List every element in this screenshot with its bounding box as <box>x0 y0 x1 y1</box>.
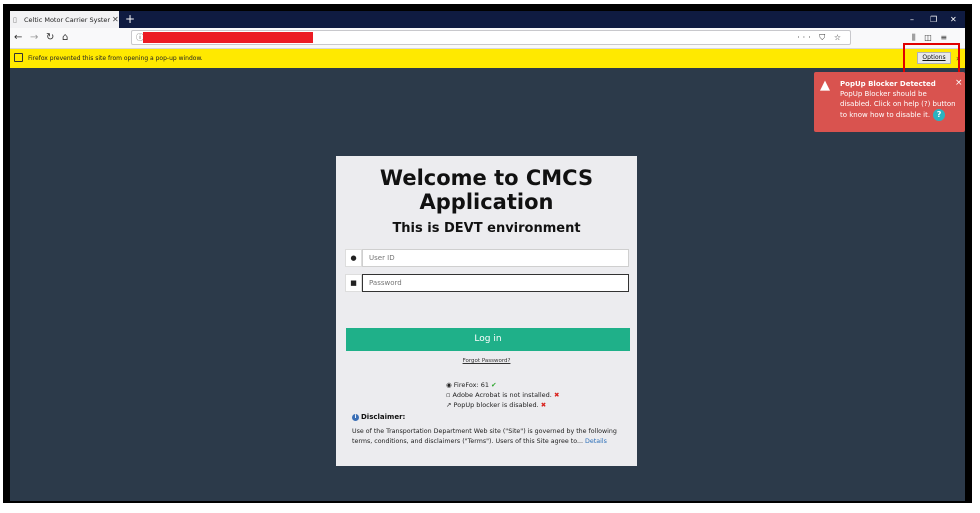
user-icon: ● <box>345 249 362 267</box>
page-actions[interactable]: ··· ⛉ ☆ <box>797 31 844 44</box>
check-fail-icon: ✖ <box>540 401 547 409</box>
help-button[interactable]: ? <box>933 109 946 121</box>
new-tab-button[interactable]: + <box>125 11 135 28</box>
browser-window: ▯ Celtic Motor Carrier System - L ✕ + – … <box>10 11 965 501</box>
tab-title: Celtic Motor Carrier System - L <box>24 15 110 24</box>
toast-title: PopUp Blocker Detected <box>840 80 936 88</box>
check-fail-icon: ✖ <box>553 391 560 399</box>
toast-body: PopUp Blocker should be disabled. Click … <box>840 89 956 121</box>
minimize-button[interactable]: – <box>910 11 914 28</box>
check-popup-text: PopUp blocker is disabled. <box>453 401 539 409</box>
forgot-password-link[interactable]: Forgot Password? <box>336 358 637 364</box>
lock-icon: ■ <box>345 274 362 292</box>
globe-icon: ◉ <box>446 381 452 389</box>
popup-blocker-toast: ▲ PopUp Blocker Detected PopUp Blocker s… <box>814 72 965 132</box>
disclaimer-body: Use of the Transportation Department Web… <box>352 427 628 447</box>
warning-icon: ▲ <box>820 78 830 93</box>
check-ok-icon: ✔ <box>491 381 497 389</box>
external-link-icon: ↗ <box>446 401 452 409</box>
back-icon[interactable]: ← <box>14 31 22 45</box>
redacted-url <box>143 32 313 43</box>
check-firefox-text: FireFox: 61 <box>453 381 490 389</box>
environment-label: This is DEVT environment <box>392 221 581 236</box>
disclaimer-text: Use of the Transportation Department Web… <box>352 428 617 445</box>
file-icon: ▫ <box>446 391 451 399</box>
disclaimer-heading-text: Disclaimer: <box>361 413 406 421</box>
check-acrobat: ▫ Adobe Acrobat is not installed. ✖ <box>446 390 559 400</box>
toast-close-icon[interactable]: × <box>955 78 963 88</box>
popup-blocked-notification: Firefox prevented this site from opening… <box>10 49 965 68</box>
tab-active[interactable]: ▯ Celtic Motor Carrier System - L ✕ <box>10 11 119 28</box>
forward-icon[interactable]: → <box>30 31 38 45</box>
disclaimer-heading: i Disclaimer: <box>352 413 405 421</box>
notification-message: Firefox prevented this site from opening… <box>28 55 203 62</box>
check-popup: ↗ PopUp blocker is disabled. ✖ <box>446 400 559 410</box>
password-field: ■ <box>345 274 629 292</box>
url-bar[interactable]: ⓘ ··· ⛉ ☆ <box>131 30 851 45</box>
screenshot-frame: ▯ Celtic Motor Carrier System - L ✕ + – … <box>3 4 972 503</box>
close-window-button[interactable]: ✕ <box>950 11 957 28</box>
home-icon[interactable]: ⌂ <box>62 31 68 45</box>
login-button[interactable]: Log in <box>346 328 630 351</box>
navigation-toolbar: ← → ↻ ⌂ ⓘ ··· ⛉ ☆ ⫼ ◫ ≡ <box>10 28 965 49</box>
tab-bar: ▯ Celtic Motor Carrier System - L ✕ + – … <box>10 11 965 28</box>
reload-icon[interactable]: ↻ <box>46 31 54 45</box>
password-input[interactable] <box>362 274 629 292</box>
restore-button[interactable]: ❐ <box>930 11 937 28</box>
details-link[interactable]: Details <box>585 438 607 445</box>
info-icon: i <box>352 413 359 421</box>
page-title: Welcome to CMCS Application <box>379 166 594 214</box>
login-card: Welcome to CMCS Application This is DEVT… <box>336 156 637 466</box>
userid-field: ● <box>345 249 629 267</box>
popup-blocked-icon <box>14 53 23 62</box>
userid-input[interactable] <box>362 249 629 267</box>
tab-close-icon[interactable]: ✕ <box>112 15 119 24</box>
check-acrobat-text: Adobe Acrobat is not installed. <box>452 391 552 399</box>
highlight-box <box>903 43 960 74</box>
environment-checks: ◉ FireFox: 61 ✔ ▫ Adobe Acrobat is not i… <box>446 380 559 410</box>
check-firefox: ◉ FireFox: 61 ✔ <box>446 380 559 390</box>
page-icon: ▯ <box>13 15 17 24</box>
